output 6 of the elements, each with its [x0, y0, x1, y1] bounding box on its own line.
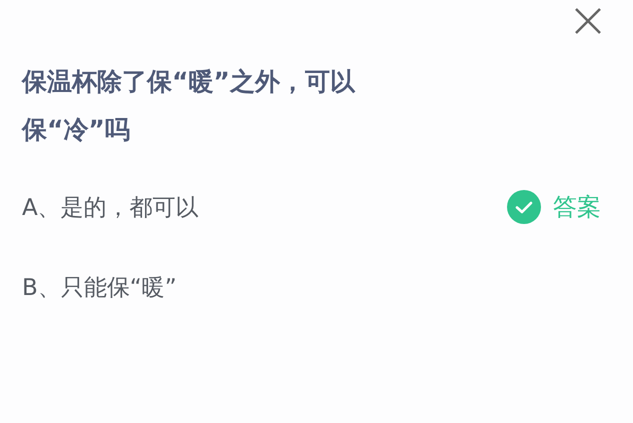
check-icon [507, 190, 541, 224]
option-text[interactable]: A、是的，都可以 [22, 192, 199, 222]
question-text: 保温杯除了保“暖”之外，可以保“冷”吗 [22, 66, 356, 146]
close-icon[interactable] [573, 6, 603, 36]
answer-label: 答案 [553, 192, 601, 223]
option-text[interactable]: B、只能保“暖” [22, 272, 177, 302]
